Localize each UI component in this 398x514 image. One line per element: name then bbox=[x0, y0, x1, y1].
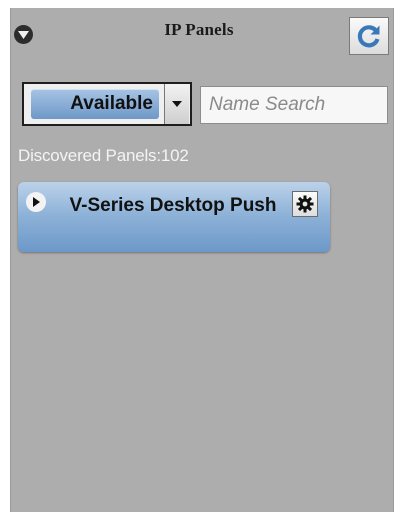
panel-settings-button[interactable] bbox=[292, 191, 318, 217]
triangle-down-icon bbox=[172, 101, 182, 107]
panel-list-item[interactable]: V-Series Desktop Push bbox=[18, 182, 330, 252]
gear-icon bbox=[296, 195, 314, 213]
name-search-input[interactable] bbox=[200, 86, 388, 124]
discovered-panels-count: Discovered Panels:102 bbox=[18, 146, 189, 165]
refresh-button[interactable] bbox=[349, 17, 389, 55]
page-title: IP Panels bbox=[164, 20, 234, 39]
availability-selected-value: Available bbox=[31, 89, 159, 119]
dropdown-arrow-button[interactable] bbox=[164, 84, 189, 124]
expand-panel-button[interactable] bbox=[26, 192, 46, 212]
triangle-right-icon bbox=[33, 197, 40, 207]
refresh-icon bbox=[357, 25, 380, 48]
panel-name: V-Series Desktop Push bbox=[69, 195, 277, 216]
availability-dropdown[interactable]: Available bbox=[22, 82, 192, 126]
